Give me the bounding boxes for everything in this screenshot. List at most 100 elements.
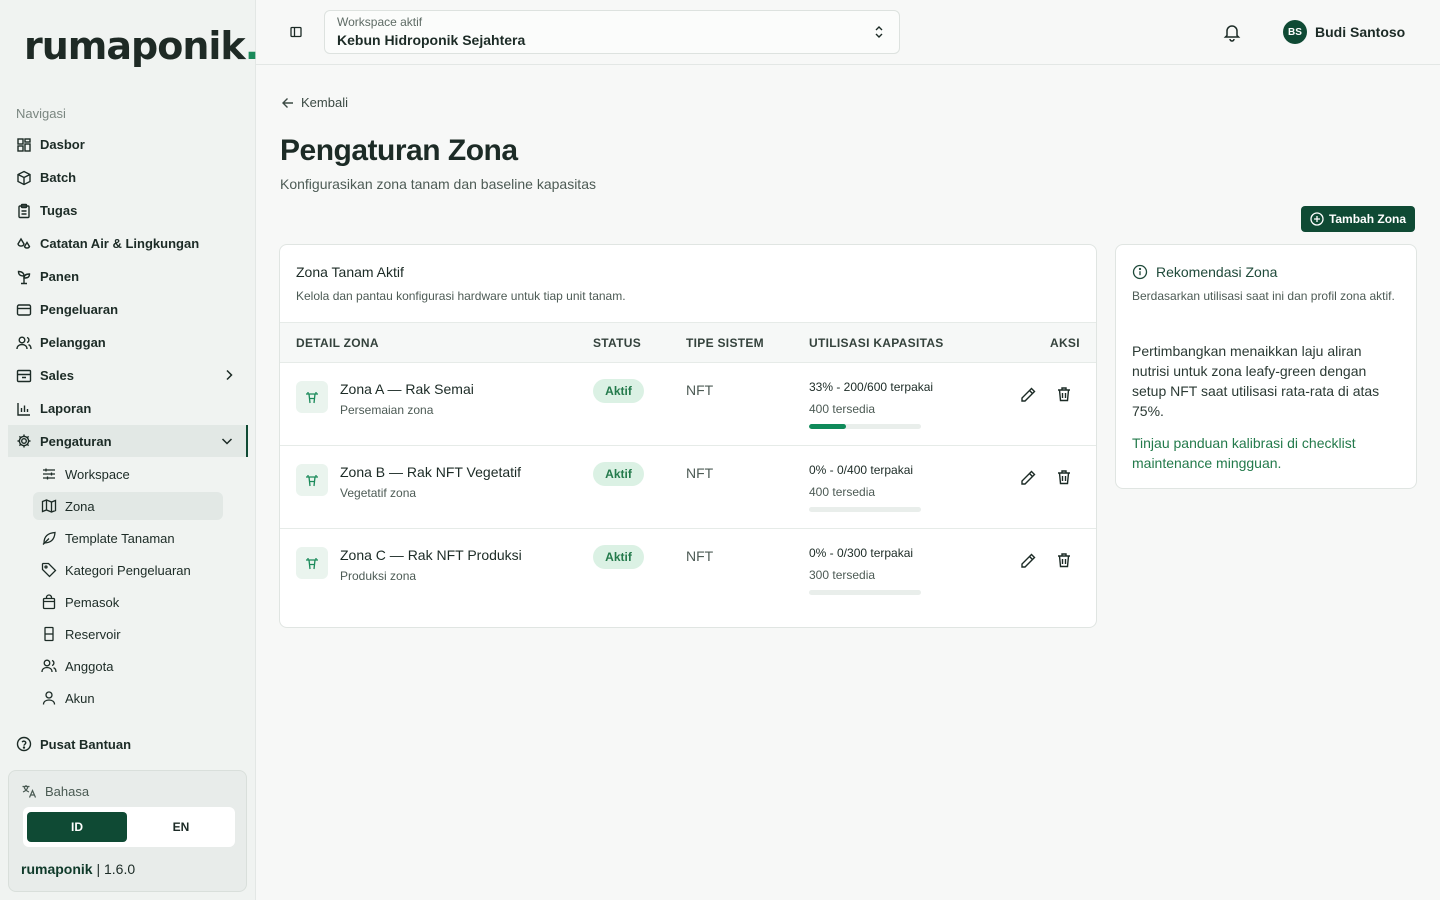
sliders-icon (41, 466, 57, 482)
subnav-item-label: Zona (65, 498, 95, 514)
sidebar-item-pengaturan[interactable]: Pengaturan (8, 425, 248, 457)
recommendation-link[interactable]: Tinjau panduan kalibrasi di checklist ma… (1132, 433, 1402, 473)
clipboard-icon (16, 203, 32, 219)
nav-heading: Navigasi (16, 106, 66, 121)
subnav-item-label: Akun (65, 690, 95, 706)
capacity-available: 400 tersedia (809, 402, 876, 416)
table-row: Zona C — Rak NFT Produksi Produksi zona … (280, 529, 1096, 612)
bell-icon[interactable] (1222, 22, 1242, 42)
zone-name: Zona B — Rak NFT Vegetatif (340, 464, 522, 480)
capacity-available: 400 tersedia (809, 485, 876, 499)
subnav-item-reservoir[interactable]: Reservoir (33, 618, 223, 650)
recommendation-subtitle: Berdasarkan utilisasi saat ini dan profi… (1132, 289, 1395, 303)
sidebar-item-tugas[interactable]: Tugas (8, 194, 248, 227)
version-app-name: rumaponik (21, 861, 93, 877)
recommendation-title: Rekomendasi Zona (1132, 264, 1277, 280)
sidebar-item-label: Batch (40, 170, 77, 185)
sidebar-item-label: Tugas (40, 203, 78, 218)
trash-icon[interactable] (1056, 469, 1072, 485)
table-header: DETAIL ZONA STATUS TIPE SISTEM UTILISASI… (280, 322, 1096, 363)
map-icon (41, 498, 57, 514)
edit-icon[interactable] (1019, 386, 1037, 404)
arrow-left-icon (282, 97, 293, 108)
tank-icon (41, 626, 57, 642)
sidebar-item-laporan[interactable]: Laporan (8, 392, 248, 425)
zone-description: Produksi zona (340, 569, 417, 583)
user-icon (41, 690, 57, 706)
workspace-selector[interactable]: Workspace aktif Kebun Hidroponik Sejahte… (324, 10, 900, 54)
users-icon (41, 658, 57, 674)
system-type: NFT (686, 382, 714, 398)
chevrons-up-down-icon (875, 26, 883, 38)
status-badge: Aktif (593, 462, 644, 486)
subnav-item-zona[interactable]: Zona (33, 492, 223, 520)
system-type: NFT (686, 465, 714, 481)
sidebar-item-sales[interactable]: Sales (8, 359, 248, 392)
edit-icon[interactable] (1019, 552, 1037, 570)
zones-card-title: Zona Tanam Aktif (296, 264, 404, 280)
subnav-item-template-tanaman[interactable]: Template Tanaman (33, 522, 223, 554)
help-center-link[interactable]: Pusat Bantuan (16, 736, 131, 752)
capacity-utilization: 0% - 0/400 terpakai (809, 463, 914, 477)
column-aksi: AKSI (1050, 336, 1080, 350)
dashboard-icon (16, 137, 32, 153)
box-icon (16, 170, 32, 186)
sidebar-toggle-icon[interactable] (288, 24, 304, 40)
edit-icon[interactable] (1019, 469, 1037, 487)
sidebar-item-pelanggan[interactable]: Pelanggan (8, 326, 248, 359)
workspace-value: Kebun Hidroponik Sejahtera (337, 32, 526, 48)
app-logo[interactable]: rumaponik. (24, 24, 259, 68)
recommendation-title-text: Rekomendasi Zona (1156, 264, 1278, 280)
language-title-text: Bahasa (45, 783, 90, 799)
back-label: Kembali (301, 95, 348, 110)
wallet-icon (16, 302, 32, 318)
zones-card: Zona Tanam Aktif Kelola dan pantau konfi… (279, 244, 1097, 628)
sidebar-item-dasbor[interactable]: Dasbor (8, 128, 248, 161)
sidebar-item-label: Laporan (40, 401, 92, 416)
recommendation-card: Rekomendasi Zona Berdasarkan utilisasi s… (1115, 244, 1417, 489)
avatar[interactable]: BS (1283, 20, 1307, 44)
sidebar-item-pengeluaran[interactable]: Pengeluaran (8, 293, 248, 326)
capacity-available: 300 tersedia (809, 568, 876, 582)
subnav-item-kategori-pengeluaran[interactable]: Kategori Pengeluaran (33, 554, 223, 586)
subnav-item-pemasok[interactable]: Pemasok (33, 586, 223, 618)
sprout-icon (16, 269, 32, 285)
sidebar-item-label: Sales (40, 368, 74, 383)
droplets-icon (16, 236, 32, 252)
info-icon (1132, 264, 1148, 280)
tag-icon (41, 562, 57, 578)
back-link[interactable]: Kembali (281, 95, 348, 110)
subnav-item-anggota[interactable]: Anggota (33, 650, 223, 682)
column-tipe-sistem: TIPE SISTEM (686, 336, 764, 350)
sidebar-item-catatan-air[interactable]: Catatan Air & Lingkungan (8, 227, 248, 260)
language-panel: Bahasa ID EN rumaponik | 1.6.0 (8, 770, 247, 892)
subnav-item-label: Reservoir (65, 626, 121, 642)
user-name[interactable]: Budi Santoso (1315, 24, 1405, 40)
language-en-button[interactable]: EN (131, 812, 231, 842)
add-zone-label: Tambah Zona (1328, 212, 1407, 226)
zones-card-subtitle: Kelola dan pantau konfigurasi hardware u… (296, 289, 626, 303)
sidebar: rumaponik. Navigasi Dasbor Batch Tugas C… (0, 0, 259, 900)
translate-icon (21, 783, 37, 799)
zone-name: Zona A — Rak Semai (340, 381, 474, 397)
trash-icon[interactable] (1056, 552, 1072, 568)
zone-description: Vegetatif zona (340, 486, 417, 500)
app-version: rumaponik | 1.6.0 (21, 861, 135, 877)
version-separator: | (96, 861, 101, 877)
sidebar-item-label: Pengaturan (40, 433, 112, 449)
help-center-label: Pusat Bantuan (40, 736, 132, 752)
sidebar-item-panen[interactable]: Panen (8, 260, 248, 293)
table-row: Zona A — Rak Semai Persemaian zona Aktif… (280, 363, 1096, 446)
subnav-item-label: Workspace (65, 466, 130, 482)
add-zone-button[interactable]: Tambah Zona (1301, 206, 1415, 232)
language-switch: ID EN (23, 807, 235, 847)
sidebar-item-batch[interactable]: Batch (8, 161, 248, 194)
shopping-bag-icon (41, 594, 57, 610)
users-icon (16, 335, 32, 351)
subnav-item-label: Template Tanaman (65, 530, 175, 546)
language-id-button[interactable]: ID (27, 812, 127, 842)
subnav-item-workspace[interactable]: Workspace (33, 458, 223, 490)
zone-icon (296, 547, 328, 579)
trash-icon[interactable] (1056, 386, 1072, 402)
subnav-item-akun[interactable]: Akun (33, 682, 223, 714)
